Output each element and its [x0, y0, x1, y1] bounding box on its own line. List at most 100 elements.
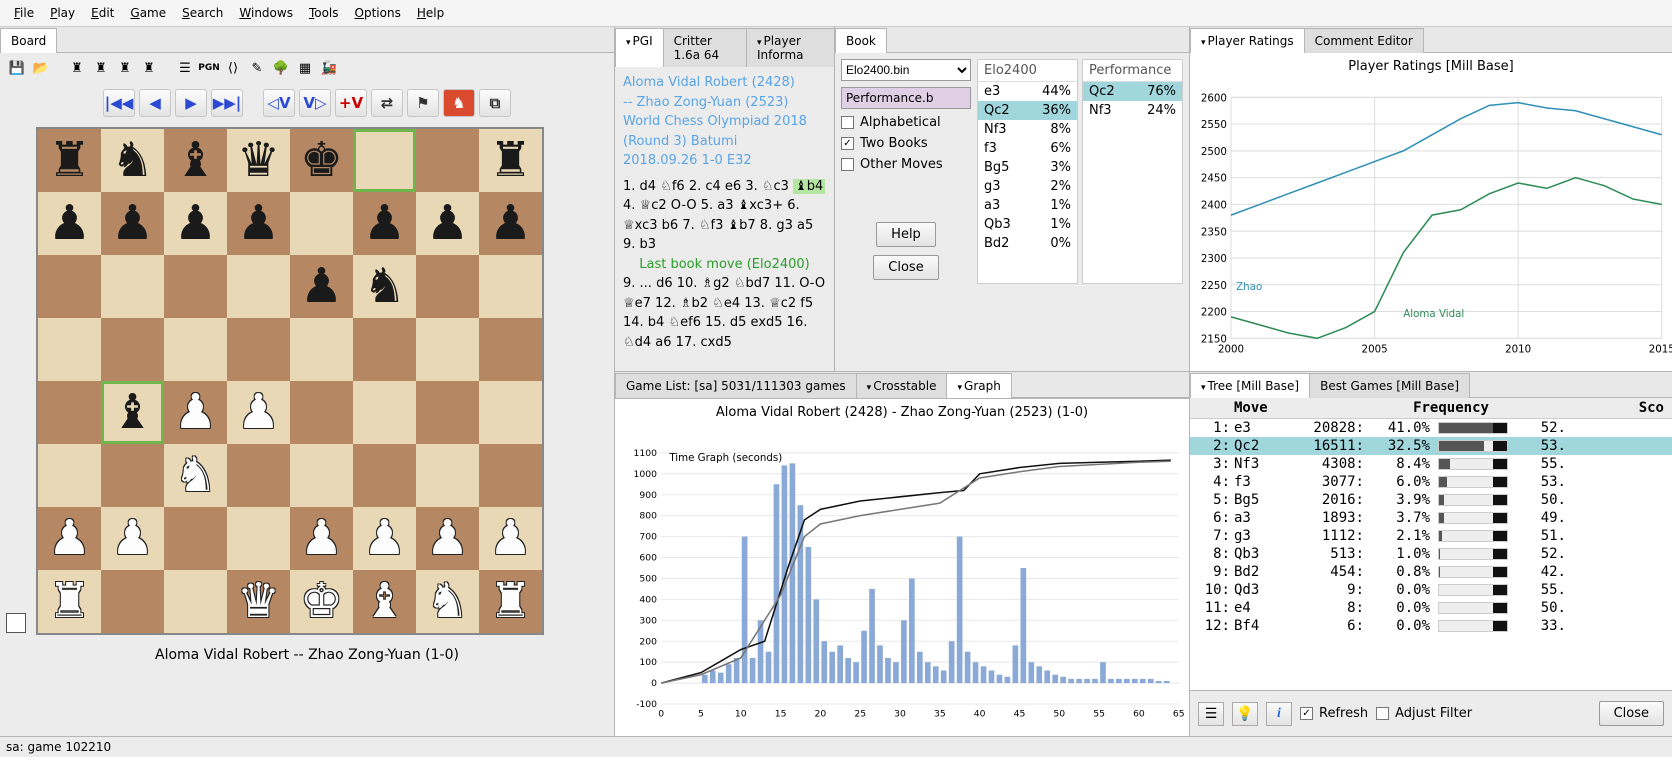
- list-icon[interactable]: ☰: [174, 57, 196, 79]
- square-c2[interactable]: [164, 507, 227, 570]
- rook-icon-3[interactable]: ♜: [114, 57, 136, 79]
- tree-row[interactable]: 5:Bg52016:3.9%50.: [1190, 491, 1672, 509]
- tree-row[interactable]: 3:Nf34308:8.4%55.: [1190, 455, 1672, 473]
- square-f7[interactable]: ♟: [353, 192, 416, 255]
- square-c6[interactable]: [164, 255, 227, 318]
- rook-icon[interactable]: ♜: [66, 57, 88, 79]
- square-c3[interactable]: ♞: [164, 444, 227, 507]
- chessboard[interactable]: ♜♞♝♛♚♜♟♟♟♟♟♟♟♟♞♝♟♟♞♟♟♟♟♟♟♜♛♚♝♞♜: [36, 127, 544, 635]
- square-a2[interactable]: ♟: [38, 507, 101, 570]
- menu-file[interactable]: File: [8, 4, 40, 22]
- gamelist-label[interactable]: Game List: [sa] 5031/111303 games: [615, 373, 857, 398]
- square-g7[interactable]: ♟: [416, 192, 479, 255]
- square-h4[interactable]: [479, 381, 542, 444]
- square-d5[interactable]: [227, 318, 290, 381]
- square-e5[interactable]: [290, 318, 353, 381]
- var-in-button[interactable]: ◁V: [263, 89, 295, 117]
- code-icon[interactable]: ⟨⟩: [222, 57, 244, 79]
- tab-player-ratings[interactable]: ▾Player Ratings: [1190, 28, 1305, 53]
- menu-search[interactable]: Search: [176, 4, 229, 22]
- book-move-row[interactable]: a31%: [978, 196, 1077, 215]
- nav-start-button[interactable]: |◀◀: [103, 89, 135, 117]
- tab-comment-editor[interactable]: Comment Editor: [1304, 28, 1424, 53]
- square-e6[interactable]: ♟: [290, 255, 353, 318]
- square-c8[interactable]: ♝: [164, 129, 227, 192]
- pgi-tab-2[interactable]: ▾Player Informa: [746, 28, 835, 67]
- menu-help[interactable]: Help: [411, 4, 450, 22]
- square-g2[interactable]: ♟: [416, 507, 479, 570]
- menu-edit[interactable]: Edit: [85, 4, 120, 22]
- save-icon[interactable]: 💾: [6, 57, 28, 79]
- tab-tree[interactable]: ▾Tree [Mill Base]: [1190, 373, 1310, 398]
- square-g1[interactable]: ♞: [416, 570, 479, 633]
- square-g5[interactable]: [416, 318, 479, 381]
- menu-tools[interactable]: Tools: [303, 4, 345, 22]
- square-f5[interactable]: [353, 318, 416, 381]
- square-b4[interactable]: ♝: [101, 381, 164, 444]
- square-e8[interactable]: ♚: [290, 129, 353, 192]
- square-b5[interactable]: [101, 318, 164, 381]
- two-books-checkbox[interactable]: [841, 137, 854, 150]
- square-f6[interactable]: ♞: [353, 255, 416, 318]
- pgi-tab-1[interactable]: Critter 1.6a 64: [663, 28, 747, 67]
- grid-icon[interactable]: ▦: [294, 57, 316, 79]
- square-a6[interactable]: [38, 255, 101, 318]
- wand-icon[interactable]: ✎: [246, 57, 268, 79]
- square-e4[interactable]: [290, 381, 353, 444]
- book-move-row[interactable]: Qb31%: [978, 215, 1077, 234]
- tree-row[interactable]: 4:f33077:6.0%53.: [1190, 473, 1672, 491]
- book-move-row[interactable]: Bg53%: [978, 158, 1077, 177]
- copy-board-button[interactable]: ⧉: [479, 89, 511, 117]
- book-move-row[interactable]: e344%: [978, 82, 1077, 101]
- var-add-button[interactable]: +V: [335, 89, 367, 117]
- square-h6[interactable]: [479, 255, 542, 318]
- engine-button[interactable]: ♞: [443, 89, 475, 117]
- info-icon[interactable]: i: [1266, 702, 1292, 726]
- square-a1[interactable]: ♜: [38, 570, 101, 633]
- square-c1[interactable]: [164, 570, 227, 633]
- tab-graph[interactable]: ▾Graph: [946, 373, 1011, 398]
- square-f3[interactable]: [353, 444, 416, 507]
- book-move-row[interactable]: Qc276%: [1083, 82, 1182, 101]
- nav-end-button[interactable]: ▶▶|: [211, 89, 243, 117]
- tree-row[interactable]: 7:g31112:2.1%51.: [1190, 527, 1672, 545]
- tree-row[interactable]: 8:Qb3513:1.0%52.: [1190, 545, 1672, 563]
- square-a8[interactable]: ♜: [38, 129, 101, 192]
- alphabetical-checkbox[interactable]: [841, 116, 854, 129]
- tab-crosstable[interactable]: ▾Crosstable: [856, 373, 948, 398]
- square-a3[interactable]: [38, 444, 101, 507]
- square-g8[interactable]: [416, 129, 479, 192]
- square-b6[interactable]: [101, 255, 164, 318]
- square-d7[interactable]: ♟: [227, 192, 290, 255]
- square-e7[interactable]: [290, 192, 353, 255]
- square-f2[interactable]: ♟: [353, 507, 416, 570]
- square-g6[interactable]: [416, 255, 479, 318]
- nav-fwd-button[interactable]: ▶: [175, 89, 207, 117]
- square-d4[interactable]: ♟: [227, 381, 290, 444]
- square-c4[interactable]: ♟: [164, 381, 227, 444]
- book-move-row[interactable]: f36%: [978, 139, 1077, 158]
- square-b2[interactable]: ♟: [101, 507, 164, 570]
- square-h8[interactable]: ♜: [479, 129, 542, 192]
- square-e2[interactable]: ♟: [290, 507, 353, 570]
- close-button[interactable]: Close: [873, 255, 938, 280]
- help-button[interactable]: Help: [876, 222, 936, 247]
- square-g3[interactable]: [416, 444, 479, 507]
- square-h3[interactable]: [479, 444, 542, 507]
- square-e3[interactable]: [290, 444, 353, 507]
- tab-book[interactable]: Book: [835, 28, 887, 53]
- flag-button[interactable]: ⚑: [407, 89, 439, 117]
- square-e1[interactable]: ♚: [290, 570, 353, 633]
- rook-icon-2[interactable]: ♜: [90, 57, 112, 79]
- tree-row[interactable]: 6:a31893:3.7%49.: [1190, 509, 1672, 527]
- tab-board[interactable]: Board: [0, 28, 57, 53]
- pgn-icon[interactable]: PGN: [198, 57, 220, 79]
- square-d6[interactable]: [227, 255, 290, 318]
- book-move-row[interactable]: Nf324%: [1083, 101, 1182, 120]
- square-g4[interactable]: [416, 381, 479, 444]
- rook-icon-4[interactable]: ♜: [138, 57, 160, 79]
- book-move-row[interactable]: Nf38%: [978, 120, 1077, 139]
- tree-body[interactable]: 1:e320828:41.0%52.2:Qc216511:32.5%53.3:N…: [1190, 419, 1672, 690]
- square-b3[interactable]: [101, 444, 164, 507]
- menu-windows[interactable]: Windows: [233, 4, 299, 22]
